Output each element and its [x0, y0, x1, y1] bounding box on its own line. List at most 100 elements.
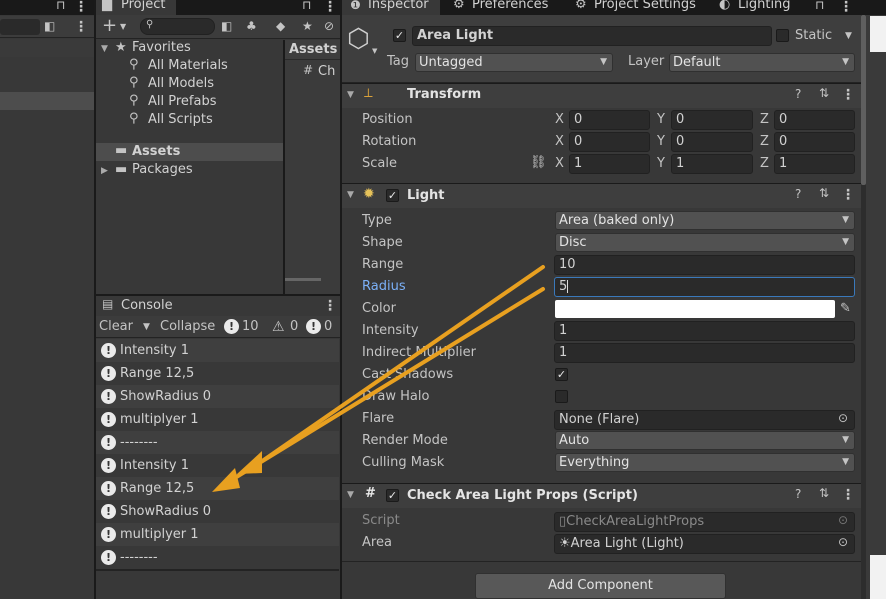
- shape-label[interactable]: Shape: [362, 235, 403, 250]
- indirect-multiplier-field[interactable]: 1: [554, 343, 855, 363]
- link-icon[interactable]: ⛓: [530, 155, 547, 170]
- script-header[interactable]: ▼ # ✓ Check Area Light Props (Script) ? …: [342, 483, 861, 508]
- scale-z-field[interactable]: 1: [774, 154, 855, 174]
- inspector-menu-icon[interactable]: ⋮: [839, 0, 853, 14]
- position-y-field[interactable]: 0: [671, 110, 753, 130]
- clear-button[interactable]: Clear: [99, 319, 133, 334]
- zoom-slider[interactable]: [285, 278, 321, 281]
- hierarchy-options-icon[interactable]: ⋮: [74, 20, 88, 34]
- tab-project[interactable]: ▆ Project: [96, 0, 176, 15]
- flare-object-field[interactable]: None (Flare): [554, 410, 855, 430]
- console-row[interactable]: ! --------: [96, 431, 339, 454]
- rotation-y-field[interactable]: 0: [671, 132, 753, 152]
- hierarchy-search-field[interactable]: [0, 19, 40, 35]
- presets-icon[interactable]: ⇅: [819, 486, 829, 500]
- component-menu-icon[interactable]: ⋮: [841, 188, 855, 202]
- component-menu-icon[interactable]: ⋮: [841, 488, 855, 502]
- warning-count[interactable]: 0: [290, 319, 298, 334]
- chevron-down-icon[interactable]: ▼: [143, 322, 150, 332]
- hierarchy-scene-row[interactable]: [0, 39, 94, 57]
- foldout-icon[interactable]: ▼: [347, 490, 354, 500]
- color-swatch[interactable]: [555, 300, 835, 318]
- collapse-button[interactable]: Collapse: [160, 319, 215, 334]
- object-picker-icon[interactable]: ⊙: [838, 411, 848, 425]
- scale-label[interactable]: Scale: [362, 156, 397, 171]
- search-by-label-icon[interactable]: ♣: [246, 19, 257, 33]
- axis-x-label[interactable]: X: [555, 156, 564, 171]
- culling-mask-label[interactable]: Culling Mask: [362, 455, 444, 470]
- axis-z-label[interactable]: Z: [760, 112, 769, 127]
- search-by-type-icon[interactable]: ◧: [221, 19, 232, 33]
- object-name-field[interactable]: Area Light: [412, 26, 772, 46]
- asset-item[interactable]: Ch: [318, 64, 335, 79]
- shape-dropdown[interactable]: Disc ▼: [555, 233, 855, 252]
- indirect-multiplier-label[interactable]: Indirect Multiplier: [362, 345, 476, 360]
- transform-header[interactable]: ▼ ⟂ Transform ? ⇅ ⋮: [342, 83, 861, 108]
- color-label[interactable]: Color: [362, 301, 396, 316]
- console-row[interactable]: ! Intensity 1: [96, 454, 339, 477]
- cube-icon[interactable]: ⬡: [347, 24, 370, 54]
- position-z-field[interactable]: 0: [774, 110, 855, 130]
- packages-label[interactable]: Packages: [132, 162, 193, 177]
- presets-icon[interactable]: ⇅: [819, 186, 829, 200]
- help-icon[interactable]: ?: [795, 187, 801, 201]
- help-icon[interactable]: ?: [795, 487, 801, 501]
- assets-folder-row[interactable]: ▬ Assets: [96, 143, 283, 161]
- favorite-item[interactable]: All Models: [148, 76, 214, 91]
- light-header[interactable]: ▼ ✹ ✓ Light ? ⇅ ⋮: [342, 183, 861, 208]
- foldout-packages-icon[interactable]: ▶: [101, 166, 108, 176]
- console-row[interactable]: ! --------: [96, 546, 339, 569]
- type-label[interactable]: Type: [362, 213, 392, 228]
- position-x-field[interactable]: 0: [569, 110, 650, 130]
- hierarchy-menu-icon[interactable]: ⋮: [74, 0, 88, 14]
- lock-icon[interactable]: ⊓: [302, 0, 311, 12]
- light-enabled-checkbox[interactable]: ✓: [386, 189, 399, 202]
- scale-x-field[interactable]: 1: [569, 154, 650, 174]
- foldout-icon[interactable]: ▼: [347, 90, 354, 100]
- static-checkbox[interactable]: [776, 29, 789, 42]
- favorite-star-icon[interactable]: ★: [302, 19, 313, 33]
- lock-icon[interactable]: ⊓: [815, 0, 824, 12]
- favorite-item[interactable]: All Materials: [148, 58, 228, 73]
- culling-mask-dropdown[interactable]: Everything ▼: [555, 453, 855, 472]
- scene-visibility-icon[interactable]: ◧: [44, 19, 55, 33]
- tab-inspector-label[interactable]: Inspector: [368, 0, 429, 13]
- render-mode-label[interactable]: Render Mode: [362, 433, 448, 448]
- range-label[interactable]: Range: [362, 257, 403, 272]
- axis-z-label[interactable]: Z: [760, 134, 769, 149]
- presets-icon[interactable]: ⇅: [819, 86, 829, 100]
- axis-z-label[interactable]: Z: [760, 156, 769, 171]
- flare-label[interactable]: Flare: [362, 411, 394, 426]
- rotation-x-field[interactable]: 0: [569, 132, 650, 152]
- range-field[interactable]: 10: [554, 255, 855, 275]
- tag-icon[interactable]: ◆: [276, 19, 285, 33]
- chevron-down-icon[interactable]: ▼: [372, 47, 377, 55]
- layer-dropdown[interactable]: Default ▼: [669, 53, 855, 72]
- console-row[interactable]: ! ShowRadius 0: [96, 385, 339, 408]
- object-picker-icon[interactable]: ⊙: [838, 535, 848, 549]
- assets-header[interactable]: Assets: [289, 42, 337, 57]
- create-plus-icon[interactable]: +: [102, 15, 117, 36]
- console-row[interactable]: ! multiplyer 1: [96, 523, 339, 546]
- area-label[interactable]: Area: [362, 535, 392, 550]
- tab-project-settings[interactable]: Project Settings: [594, 0, 696, 13]
- tab-preferences[interactable]: Preferences: [472, 0, 548, 13]
- area-object-field[interactable]: ☀Area Light (Light): [554, 534, 855, 554]
- console-row[interactable]: ! ShowRadius 0: [96, 500, 339, 523]
- favorite-item[interactable]: All Prefabs: [148, 94, 217, 109]
- console-row[interactable]: ! Intensity 1: [96, 339, 339, 362]
- favorites-label[interactable]: Favorites: [132, 40, 191, 55]
- console-row[interactable]: ! Range 12,5: [96, 362, 339, 385]
- tab-lighting[interactable]: Lighting: [738, 0, 791, 13]
- foldout-favorites-icon[interactable]: ▼: [101, 44, 108, 54]
- type-dropdown[interactable]: Area (baked only) ▼: [555, 211, 855, 230]
- radius-field[interactable]: 5: [554, 277, 855, 297]
- error-count[interactable]: 0: [324, 319, 332, 334]
- console-row[interactable]: ! multiplyer 1: [96, 408, 339, 431]
- axis-x-label[interactable]: X: [555, 112, 564, 127]
- rotation-label[interactable]: Rotation: [362, 134, 416, 149]
- hierarchy-selected-row[interactable]: [0, 92, 94, 110]
- position-label[interactable]: Position: [362, 112, 413, 127]
- foldout-icon[interactable]: ▼: [347, 190, 354, 200]
- intensity-label[interactable]: Intensity: [362, 323, 419, 338]
